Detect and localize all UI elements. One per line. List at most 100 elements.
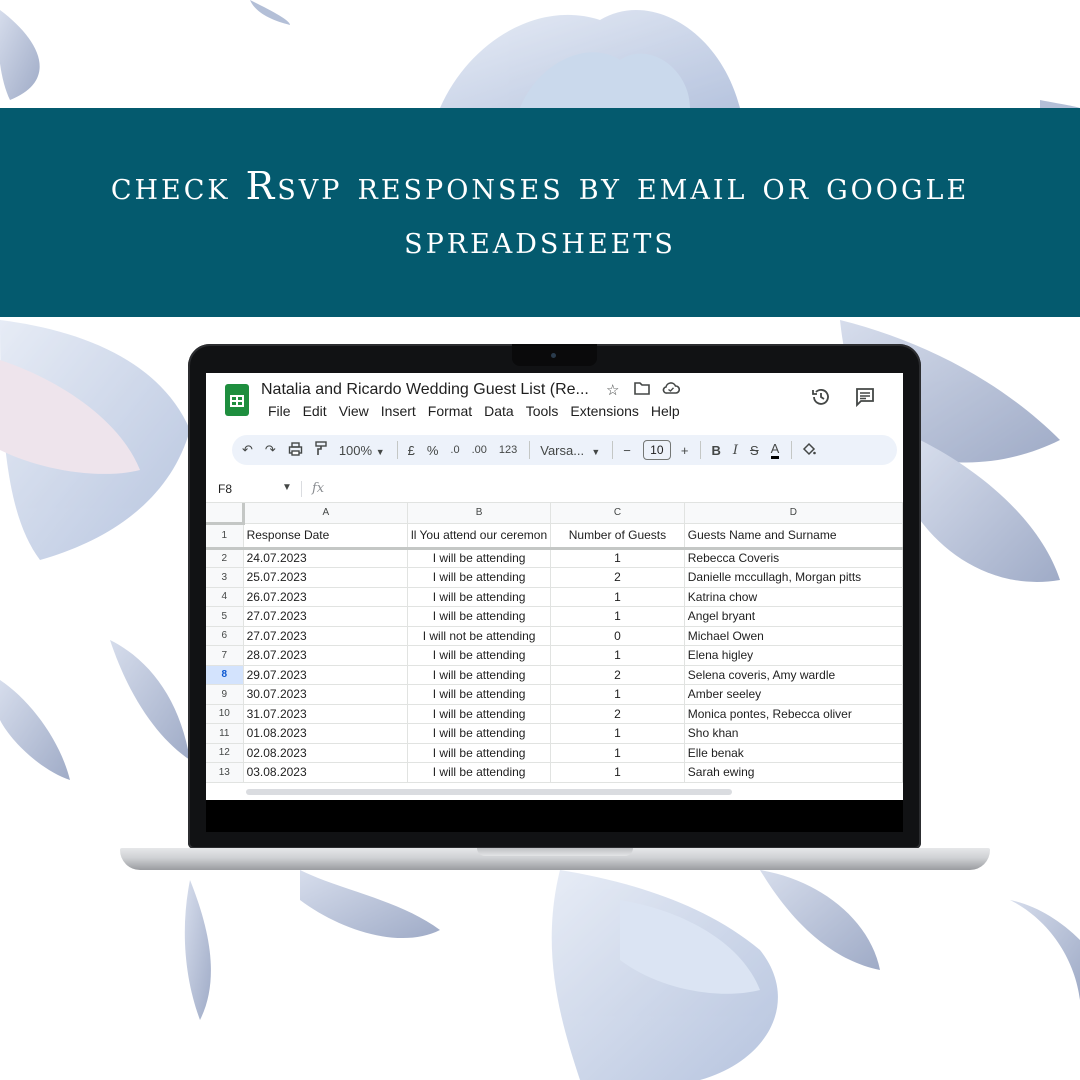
row-number[interactable]: 9 xyxy=(206,684,244,705)
star-icon[interactable]: ☆ xyxy=(606,381,619,399)
row-number[interactable]: 8 xyxy=(206,665,244,685)
guest-count-cell[interactable]: 1 xyxy=(550,723,685,744)
guest-names-cell[interactable]: Rebecca Coveris xyxy=(684,548,903,568)
name-box[interactable]: F8 xyxy=(218,482,232,496)
guest-count-cell[interactable]: 2 xyxy=(550,567,685,588)
attendance-cell[interactable]: I will be attending xyxy=(407,762,552,783)
guest-names-cell[interactable]: Michael Owen xyxy=(684,626,903,646)
row-number[interactable]: 13 xyxy=(206,762,244,783)
menu-extensions[interactable]: Extensions xyxy=(570,403,638,419)
menu-view[interactable]: View xyxy=(339,403,369,419)
zoom-select[interactable]: 100% ▼ xyxy=(339,443,385,458)
response-date-cell[interactable]: 03.08.2023 xyxy=(243,762,409,783)
guest-names-cell[interactable]: Sarah ewing xyxy=(684,762,903,783)
attendance-cell[interactable]: I will be attending xyxy=(407,548,552,568)
attendance-cell[interactable]: I will be attending xyxy=(407,723,552,744)
guest-count-cell[interactable]: 1 xyxy=(550,548,685,568)
undo-icon[interactable]: ↶ xyxy=(242,442,253,458)
guest-count-cell[interactable]: 1 xyxy=(550,587,685,607)
attendance-cell[interactable]: I will not be attending xyxy=(407,626,552,646)
text-color-button[interactable]: A xyxy=(770,441,780,459)
increase-decimal-button[interactable]: .00 xyxy=(472,444,487,456)
guest-count-cell[interactable]: 2 xyxy=(550,704,685,724)
attendance-cell[interactable]: I will be attending xyxy=(407,665,552,685)
attendance-cell[interactable]: I will be attending xyxy=(407,743,552,763)
decrease-font-size-button[interactable]: − xyxy=(623,443,631,458)
header-cell[interactable]: Guests Name and Surname xyxy=(684,523,903,550)
guest-count-cell[interactable]: 1 xyxy=(550,743,685,763)
guest-names-cell[interactable]: Danielle mccullagh, Morgan pitts xyxy=(684,567,903,588)
row-number[interactable]: 12 xyxy=(206,743,244,763)
menu-data[interactable]: Data xyxy=(484,403,514,419)
row-number[interactable]: 7 xyxy=(206,645,244,666)
guest-count-cell[interactable]: 1 xyxy=(550,606,685,627)
move-to-folder-icon[interactable] xyxy=(634,381,650,399)
increase-font-size-button[interactable]: + xyxy=(681,443,689,458)
guest-names-cell[interactable]: Elena higley xyxy=(684,645,903,666)
attendance-cell[interactable]: I will be attending xyxy=(407,587,552,607)
guest-names-cell[interactable]: Katrina chow xyxy=(684,587,903,607)
attendance-cell[interactable]: I will be attending xyxy=(407,606,552,627)
select-all-corner[interactable] xyxy=(206,503,245,525)
google-sheets-logo-icon[interactable] xyxy=(225,384,249,416)
guest-count-cell[interactable]: 0 xyxy=(550,626,685,646)
guest-names-cell[interactable]: Angel bryant xyxy=(684,606,903,627)
decrease-decimal-button[interactable]: .0 xyxy=(450,444,459,456)
horizontal-scrollbar[interactable] xyxy=(246,789,732,795)
fill-color-icon[interactable] xyxy=(802,442,817,459)
currency-format-button[interactable]: £ xyxy=(408,443,415,458)
document-title[interactable]: Natalia and Ricardo Wedding Guest List (… xyxy=(261,381,589,399)
response-date-cell[interactable]: 27.07.2023 xyxy=(243,606,409,627)
comments-icon[interactable] xyxy=(854,386,876,414)
header-cell[interactable]: Number of Guests xyxy=(550,523,685,550)
attendance-cell[interactable]: I will be attending xyxy=(407,684,552,705)
redo-icon[interactable]: ↷ xyxy=(265,442,276,458)
menu-format[interactable]: Format xyxy=(428,403,472,419)
font-size-input[interactable]: 10 xyxy=(642,440,671,460)
font-select[interactable]: Varsa... ▼ xyxy=(540,443,600,458)
row-number[interactable]: 3 xyxy=(206,567,244,588)
menu-edit[interactable]: Edit xyxy=(303,403,327,419)
menu-insert[interactable]: Insert xyxy=(381,403,416,419)
response-date-cell[interactable]: 25.07.2023 xyxy=(243,567,409,588)
attendance-cell[interactable]: I will be attending xyxy=(407,567,552,588)
percent-format-button[interactable]: % xyxy=(427,443,439,458)
row-number[interactable]: 2 xyxy=(206,548,244,568)
guest-names-cell[interactable]: Amber seeley xyxy=(684,684,903,705)
response-date-cell[interactable]: 30.07.2023 xyxy=(243,684,409,705)
response-date-cell[interactable]: 28.07.2023 xyxy=(243,645,409,666)
paint-format-icon[interactable] xyxy=(315,441,327,459)
header-cell[interactable]: ll You attend our ceremon xyxy=(407,523,552,550)
row-number[interactable]: 11 xyxy=(206,723,244,744)
column-header-b[interactable]: B xyxy=(407,503,552,524)
attendance-cell[interactable]: I will be attending xyxy=(407,704,552,724)
header-cell[interactable]: Response Date xyxy=(243,523,409,550)
response-date-cell[interactable]: 31.07.2023 xyxy=(243,704,409,724)
response-date-cell[interactable]: 29.07.2023 xyxy=(243,665,409,685)
response-date-cell[interactable]: 01.08.2023 xyxy=(243,723,409,744)
response-date-cell[interactable]: 26.07.2023 xyxy=(243,587,409,607)
bold-button[interactable]: B xyxy=(711,443,720,458)
guest-names-cell[interactable]: Selena coveris, Amy wardle xyxy=(684,665,903,685)
guest-count-cell[interactable]: 1 xyxy=(550,762,685,783)
row-number[interactable]: 10 xyxy=(206,704,244,724)
menu-help[interactable]: Help xyxy=(651,403,680,419)
guest-names-cell[interactable]: Monica pontes, Rebecca oliver xyxy=(684,704,903,724)
response-date-cell[interactable]: 24.07.2023 xyxy=(243,548,409,568)
guest-count-cell[interactable]: 1 xyxy=(550,684,685,705)
guest-names-cell[interactable]: Sho khan xyxy=(684,723,903,744)
guest-count-cell[interactable]: 1 xyxy=(550,645,685,666)
italic-button[interactable]: I xyxy=(733,443,738,458)
chevron-down-icon[interactable]: ▼ xyxy=(282,482,292,493)
response-date-cell[interactable]: 02.08.2023 xyxy=(243,743,409,763)
row-number[interactable]: 1 xyxy=(206,523,244,550)
menu-tools[interactable]: Tools xyxy=(526,403,559,419)
column-header-d[interactable]: D xyxy=(684,503,903,524)
attendance-cell[interactable]: I will be attending xyxy=(407,645,552,666)
strikethrough-button[interactable]: S xyxy=(750,443,759,458)
menu-file[interactable]: File xyxy=(268,403,291,419)
row-number[interactable]: 5 xyxy=(206,606,244,627)
column-header-a[interactable]: A xyxy=(243,503,409,524)
cloud-saved-icon[interactable] xyxy=(662,381,681,399)
version-history-icon[interactable] xyxy=(810,386,832,414)
